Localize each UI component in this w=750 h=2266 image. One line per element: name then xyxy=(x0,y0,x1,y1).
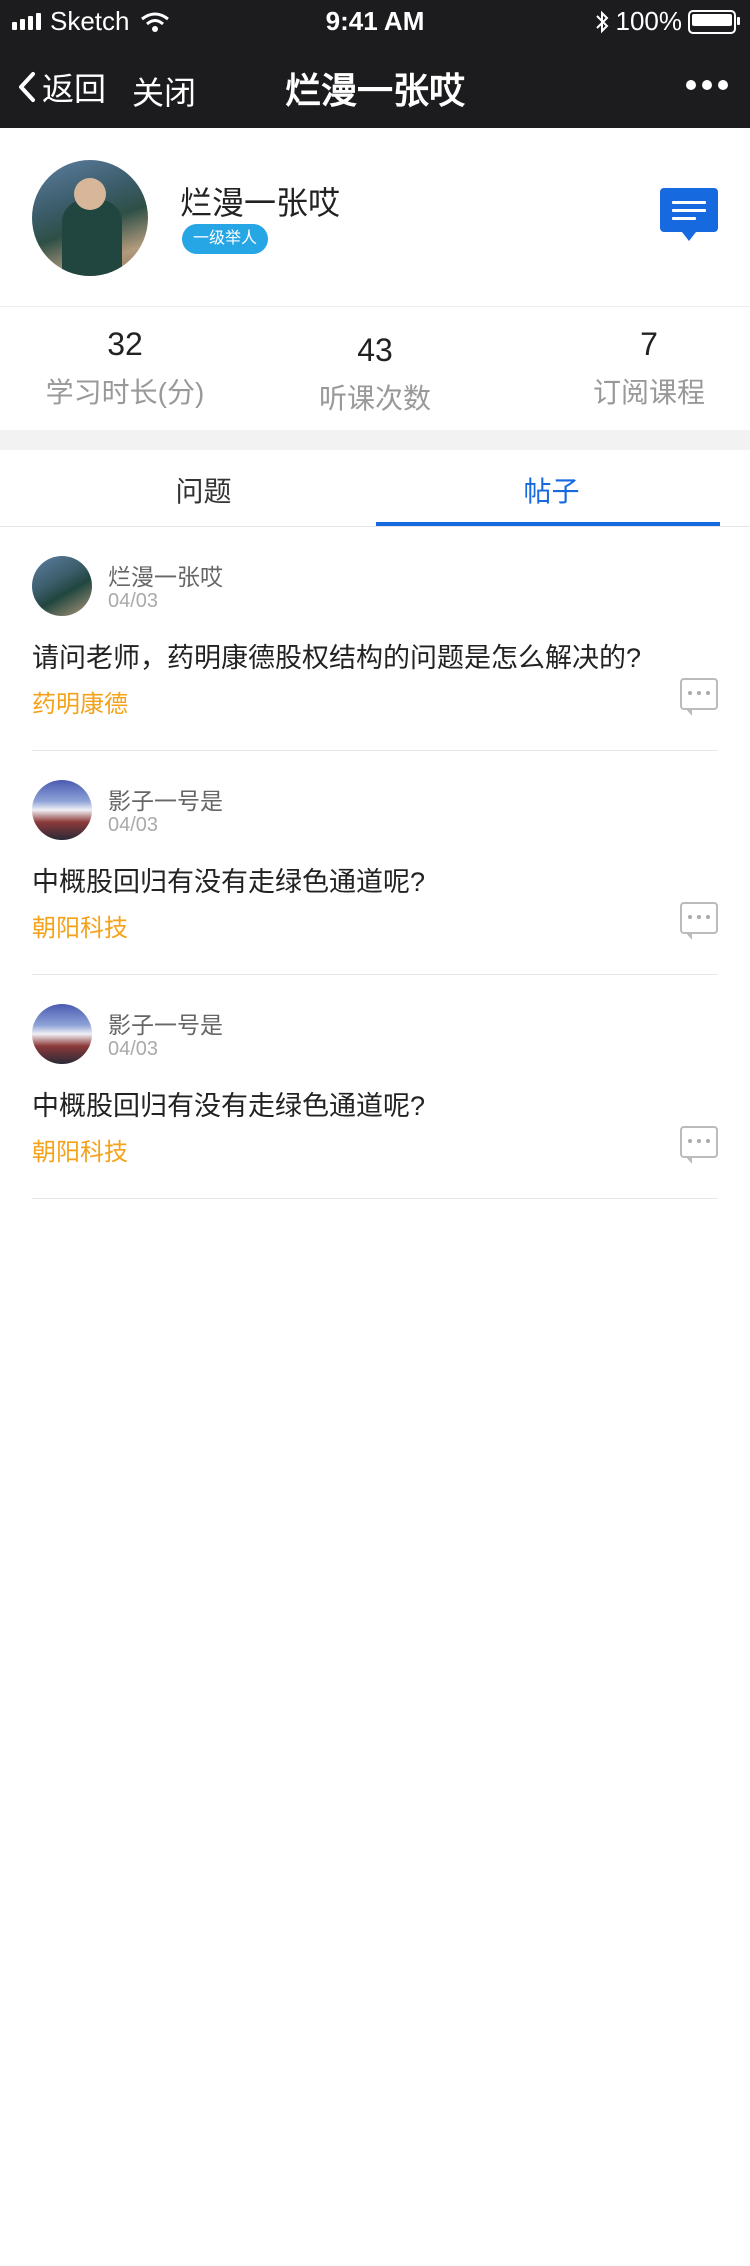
post-date: 04/03 xyxy=(108,1038,159,1060)
stat-study-time: 32 学习时长(分) xyxy=(0,326,250,411)
post-author: 影子一号是 xyxy=(108,1012,223,1038)
status-bar: Sketch 9:41 AM 100% xyxy=(0,0,750,44)
avatar[interactable] xyxy=(32,1004,92,1064)
level-badge: 一级举人 xyxy=(182,224,268,254)
post-author: 烂漫一张哎 xyxy=(108,564,223,590)
post-question[interactable]: 中概股回归有没有走绿色通道呢? xyxy=(32,860,425,899)
page-title: 烂漫一张哎 xyxy=(284,70,465,111)
battery-icon xyxy=(688,9,740,34)
list-item[interactable]: 影子一号是 04/03 中概股回归有没有走绿色通道呢? 朝阳科技 xyxy=(32,750,718,975)
avatar-figure xyxy=(62,200,122,276)
bluetooth-icon xyxy=(595,10,608,33)
stat-label: 学习时长(分) xyxy=(45,377,205,408)
comment-icon[interactable] xyxy=(680,678,718,716)
nav-bar: 返回 关闭 烂漫一张哎 xyxy=(0,52,750,128)
post-date: 04/03 xyxy=(108,590,159,612)
profile-name: 烂漫一张哎 xyxy=(180,185,341,221)
stat-value: 43 xyxy=(357,332,393,368)
tab-bar: 问题 帖子 xyxy=(0,450,750,527)
status-right: 100% xyxy=(594,6,740,37)
stat-value: 32 xyxy=(107,326,143,362)
stat-value: 7 xyxy=(640,326,658,362)
message-line-icon xyxy=(672,201,706,204)
post-tag[interactable]: 药明康德 xyxy=(32,684,128,719)
tab-posts[interactable]: 帖子 xyxy=(364,470,739,510)
battery-percent: 100% xyxy=(615,6,683,36)
more-dot-icon xyxy=(686,80,696,90)
section-divider xyxy=(0,430,750,450)
list-item[interactable]: 烂漫一张哎 04/03 请问老师，药明康德股权结构的问题是怎么解决的? 药明康德 xyxy=(32,526,718,751)
more-dot-icon xyxy=(702,80,712,90)
list-item[interactable]: 影子一号是 04/03 中概股回归有没有走绿色通道呢? 朝阳科技 xyxy=(32,974,718,1199)
top-bar: Sketch 9:41 AM 100% 返回 关闭 烂漫一张哎 xyxy=(0,0,750,128)
comment-icon[interactable] xyxy=(680,1126,718,1164)
stats-row: 32 学习时长(分) 43 听课次数 7 订阅课程 xyxy=(0,306,750,430)
avatar-head xyxy=(74,178,106,210)
tab-questions[interactable]: 问题 xyxy=(16,470,391,510)
message-button[interactable] xyxy=(660,188,718,241)
post-question[interactable]: 请问老师，药明康德股权结构的问题是怎么解决的? xyxy=(32,636,641,675)
battery-fill xyxy=(692,13,732,26)
stat-label: 订阅课程 xyxy=(592,377,705,408)
more-dot-icon xyxy=(718,80,728,90)
post-tag[interactable]: 朝阳科技 xyxy=(32,1132,128,1167)
avatar[interactable] xyxy=(32,780,92,840)
message-line-icon xyxy=(672,209,706,212)
post-date: 04/03 xyxy=(108,814,159,836)
profile-header: 烂漫一张哎 一级举人 xyxy=(0,128,750,307)
avatar[interactable] xyxy=(32,556,92,616)
more-button[interactable] xyxy=(680,80,728,90)
stat-subscribed-courses: 7 订阅课程 xyxy=(524,326,750,411)
avatar[interactable] xyxy=(32,160,148,276)
stat-listen-count: 43 听课次数 xyxy=(250,332,500,417)
post-tag[interactable]: 朝阳科技 xyxy=(32,908,128,943)
post-question[interactable]: 中概股回归有没有走绿色通道呢? xyxy=(32,1084,425,1123)
stat-label: 听课次数 xyxy=(318,383,431,414)
message-line-icon xyxy=(672,217,696,220)
comment-icon[interactable] xyxy=(680,902,718,940)
post-author: 影子一号是 xyxy=(108,788,223,814)
